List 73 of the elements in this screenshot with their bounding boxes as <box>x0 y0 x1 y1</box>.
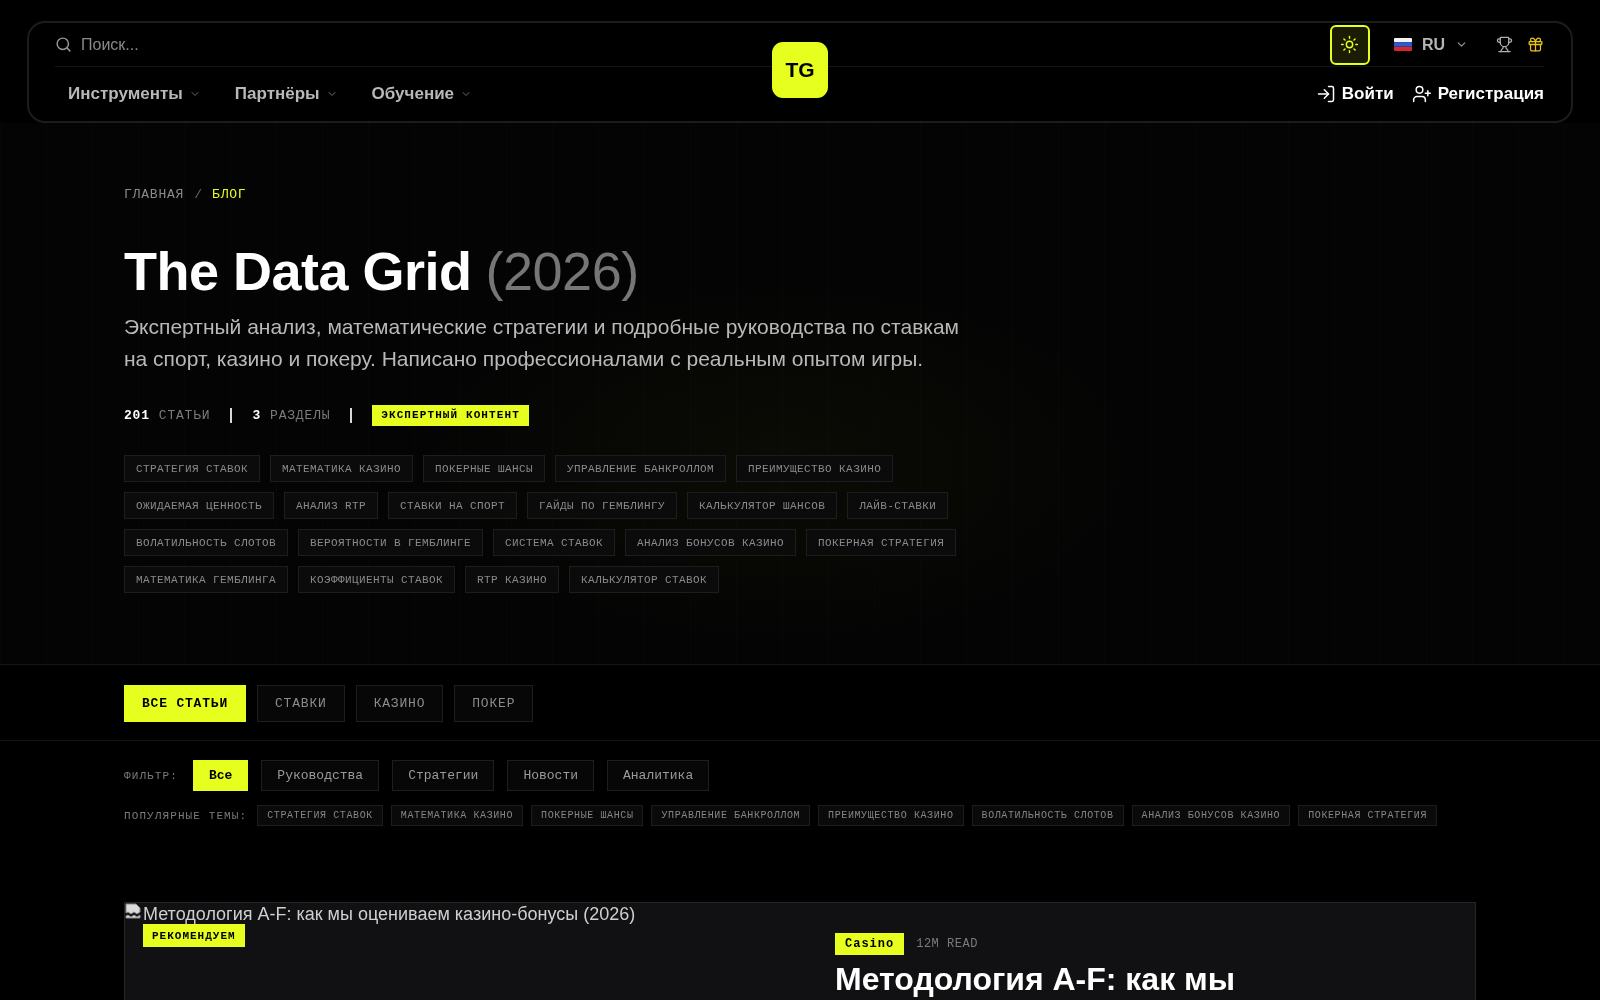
breadcrumb-link[interactable]: БЛОГ <box>212 185 247 205</box>
page-description: Экспертный анализ, математические стратегии и подробные руководства по ставкам на спорт, казино и покеру. Написано профессионалами с реальным опытом игры. <box>124 314 961 372</box>
topic-tag[interactable]: КАЛЬКУЛЯТОР СТАВОК <box>569 566 720 593</box>
popular-topic-tag[interactable]: ПОКЕРНАЯ СТРАТЕГИЯ <box>1298 805 1437 826</box>
stat-value: 201 <box>124 407 150 423</box>
page-title: The Data Grid <box>124 240 472 303</box>
topic-tag[interactable]: КАЛЬКУЛЯТОР ШАНСОВ <box>687 492 838 519</box>
filter-option[interactable]: Аналитика <box>607 760 710 791</box>
topic-tag[interactable]: АНАЛИЗ БОНУСОВ КАЗИНО <box>625 529 797 556</box>
topic-tag[interactable]: ГАЙДЫ ПО ГЕМБЛИНГУ <box>527 492 678 519</box>
theme-toggle-button[interactable] <box>1329 24 1370 65</box>
popular-topic-tag[interactable]: ПРЕИМУЩЕСТВО КАЗИНО <box>818 805 964 826</box>
topic-tag[interactable]: ПРЕИМУЩЕСТВО КАЗИНО <box>736 455 894 482</box>
popular-topic-tag[interactable]: ПОКЕРНЫЕ ШАНСЫ <box>531 805 644 826</box>
topic-tag[interactable]: ЛАЙВ-СТАВКИ <box>847 492 949 519</box>
stat-label: СТАТЬИ <box>158 407 211 423</box>
nav-menu-item[interactable]: Партнёры <box>221 78 351 110</box>
topic-tag[interactable]: СИСТЕМА СТАВОК <box>493 529 616 556</box>
filter-option[interactable]: Стратегии <box>392 760 495 791</box>
user-plus-icon <box>1411 84 1432 104</box>
stat-label: РАЗДЕЛЫ <box>270 407 331 423</box>
category-tab[interactable]: СТАВКИ <box>257 685 345 722</box>
title-year: (2026) <box>485 240 639 303</box>
topic-tag[interactable]: СТАВКИ НА СПОРТ <box>388 492 518 519</box>
filter-label: ФИЛЬТР: <box>124 769 178 782</box>
breadcrumb-link[interactable]: ГЛАВНАЯ <box>124 185 185 205</box>
topic-tag[interactable]: ПОКЕРНЫЕ ШАНСЫ <box>423 455 546 482</box>
popular-topic-tag[interactable]: УПРАВЛЕНИЕ БАНКРОЛЛОМ <box>651 805 811 826</box>
filter-option[interactable]: Новости <box>507 760 594 791</box>
sun-icon <box>1340 35 1360 54</box>
register-button[interactable]: Регистрация <box>1411 84 1544 104</box>
search-field[interactable]: Поиск... <box>81 31 321 58</box>
sign-in-icon <box>1315 84 1336 104</box>
topic-tag[interactable]: АНАЛИЗ RTP <box>284 492 379 519</box>
category-tab[interactable]: ПОКЕР <box>454 685 534 722</box>
language-selector[interactable]: RU <box>1393 35 1468 54</box>
logo[interactable]: TG <box>772 42 828 98</box>
topic-tag[interactable]: МАТЕМАТИКА ГЕМБЛИНГА <box>124 566 289 593</box>
filter-option[interactable]: Руководства <box>261 760 380 791</box>
popular-topic-tag[interactable]: СТРАТЕГИЯ СТАВОК <box>257 805 383 826</box>
topic-tag[interactable]: КОЭФФИЦИЕНТЫ СТАВОК <box>298 566 456 593</box>
recommended-badge: РЕКОМЕНДУЕМ <box>143 924 245 947</box>
featured-article-card[interactable]: Методология A-F: как мы оцениваем казино-бонусы (2026) РЕКОМЕНДУЕМ Casino 12M READ Методология A-F: как мы <box>124 902 1476 1000</box>
topic-tag[interactable]: ВЕРОЯТНОСТИ В ГЕМБЛИНГЕ <box>298 529 484 556</box>
topic-tag[interactable]: RTP КАЗИНО <box>465 566 560 593</box>
popular-topic-tag[interactable]: МАТЕМАТИКА КАЗИНО <box>390 805 524 826</box>
topic-tag[interactable]: МАТЕМАТИКА КАЗИНО <box>270 455 414 482</box>
article-title[interactable]: Методология A-F: как мы <box>835 961 1440 997</box>
search-icon <box>55 36 72 53</box>
expert-content-badge: ЭКСПЕРТНЫЙ КОНТЕНТ <box>372 404 529 426</box>
nav-menu-item[interactable]: Инструменты <box>55 78 214 110</box>
login-button[interactable]: Войти <box>1315 84 1394 104</box>
topic-tag[interactable]: УПРАВЛЕНИЕ БАНКРОЛЛОМ <box>555 455 727 482</box>
broken-image-icon <box>125 903 141 919</box>
category-tab[interactable]: КАЗИНО <box>355 685 444 722</box>
topic-tag[interactable]: ПОКЕРНАЯ СТРАТЕГИЯ <box>806 529 957 556</box>
gift-icon[interactable] <box>1527 36 1544 53</box>
nav-menu-item[interactable]: Обучение <box>358 78 486 110</box>
topic-tag[interactable]: СТРАТЕГИЯ СТАВОК <box>124 455 261 482</box>
filter-option[interactable]: Все <box>192 760 249 791</box>
popular-topic-tag[interactable]: ВОЛАТИЛЬНОСТЬ СЛОТОВ <box>971 805 1124 826</box>
topic-tag[interactable]: ОЖИДАЕМАЯ ЦЕННОСТЬ <box>124 492 275 519</box>
topic-tag[interactable]: ВОЛАТИЛЬНОСТЬ СЛОТОВ <box>124 529 289 556</box>
category-tab[interactable]: ВСЕ СТАТЬИ <box>124 685 246 722</box>
popular-topic-tag[interactable]: АНАЛИЗ БОНУСОВ КАЗИНО <box>1131 805 1291 826</box>
flag-icon <box>1393 38 1412 51</box>
popular-topics-label: ПОПУЛЯРНЫЕ ТЕМЫ: <box>124 809 248 822</box>
trophy-icon[interactable] <box>1496 36 1513 53</box>
read-time: 12M READ <box>916 937 978 951</box>
image-alt-text: Методология A-F: как мы оцениваем казино-бонусы (2026) <box>143 903 636 925</box>
breadcrumb-separator: / <box>194 186 203 204</box>
stat-value: 3 <box>252 407 262 423</box>
category-badge: Casino <box>835 933 905 955</box>
